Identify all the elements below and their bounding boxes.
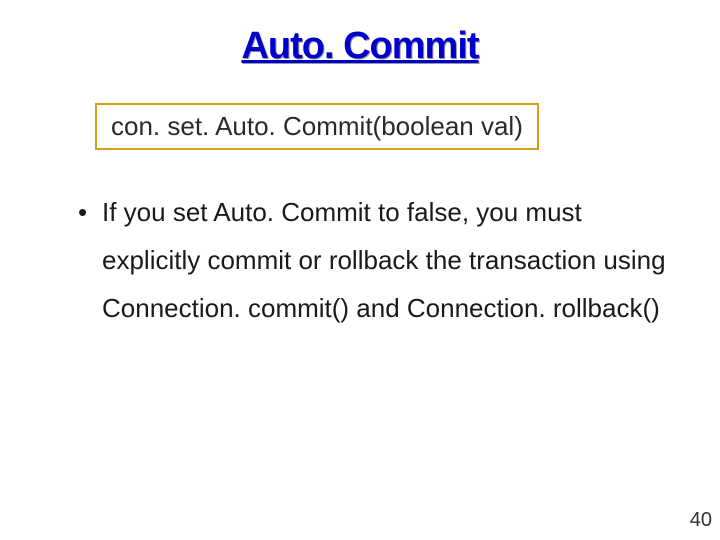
slide-title: Auto. Commit xyxy=(50,25,670,68)
page-number: 40 xyxy=(690,509,712,532)
bullet-item: If you set Auto. Commit to false, you mu… xyxy=(78,188,670,332)
code-box: con. set. Auto. Commit(boolean val) xyxy=(95,103,539,150)
slide-container: Auto. Commit con. set. Auto. Commit(bool… xyxy=(0,0,720,540)
bullet-list: If you set Auto. Commit to false, you mu… xyxy=(50,188,670,332)
